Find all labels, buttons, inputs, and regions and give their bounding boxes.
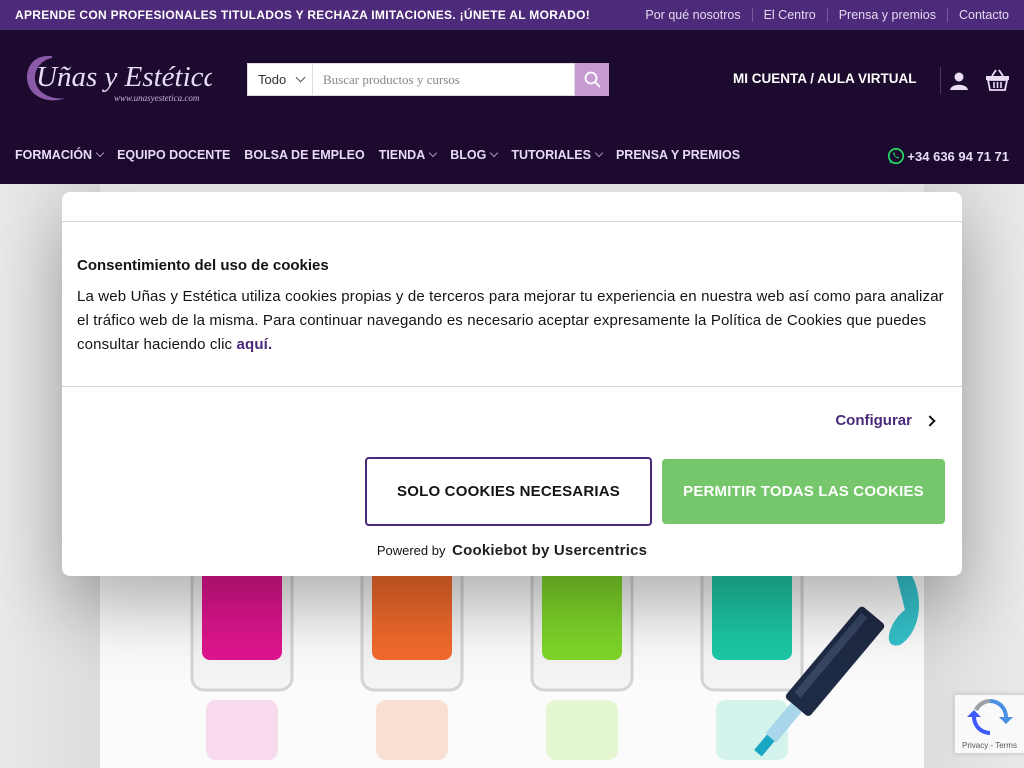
search-bar: Todo [247,63,609,96]
search-icon [584,71,601,88]
allow-all-cookies-button[interactable]: PERMITIR TODAS LAS COOKIES [662,459,945,524]
configure-button[interactable]: Configurar [835,412,936,429]
nav-blog[interactable]: BLOG [450,148,499,162]
chevron-down-icon [594,148,604,158]
svg-text:www.unasyestetica.com: www.unasyestetica.com [114,93,200,103]
site-logo[interactable]: Uñas y Estética www.unasyestetica.com [22,48,218,110]
search-category-value: Todo [258,72,287,87]
site-header: Uñas y Estética www.unasyestetica.com To… [0,30,1024,184]
cookiebot-brand: Cookiebot by Usercentrics [452,542,648,559]
cookie-body: La web Uñas y Estética utiliza cookies p… [77,285,952,357]
cookie-policy-link[interactable]: aquí. [237,336,273,353]
chevron-down-icon [490,148,499,158]
user-icon[interactable] [948,70,970,92]
link-contacto[interactable]: Contacto [946,8,1009,22]
recaptcha-footer[interactable]: Privacy - Terms [962,741,1017,750]
necessary-cookies-button[interactable]: SOLO COOKIES NECESARIAS [365,457,652,526]
recaptcha-logo-icon [967,699,1013,735]
main-nav: FORMACIÓN EQUIPO DOCENTE BOLSA DE EMPLEO… [15,148,754,162]
powered-by-label: Powered by [376,543,446,558]
basket-icon[interactable] [985,68,1010,92]
search-category-select[interactable]: Todo [247,63,313,96]
search-input[interactable] [313,63,575,96]
top-bar: APRENDE CON PROFESIONALES TITULADOS Y RE… [0,0,1024,30]
whatsapp-icon [888,147,905,165]
nav-equipo-docente[interactable]: EQUIPO DOCENTE [117,148,230,162]
configure-label: Configurar [835,412,912,429]
link-prensa-y-premios[interactable]: Prensa y premios [826,8,947,22]
promo-text: APRENDE CON PROFESIONALES TITULADOS Y RE… [15,8,591,22]
link-por-que-nosotros[interactable]: Por qué nosotros [634,8,751,22]
top-links: Por qué nosotros El Centro Prensa y prem… [634,8,1009,22]
svg-text:Uñas y Estética: Uñas y Estética [36,61,212,93]
chevron-down-icon [295,72,306,83]
cookie-title: Consentimiento del uso de cookies [77,257,329,274]
cookie-consent-dialog: Consentimiento del uso de cookies La web… [62,192,962,576]
nav-tutoriales[interactable]: TUTORIALES [511,148,604,162]
account-link[interactable]: MI CUENTA / AULA VIRTUAL [733,71,916,86]
nav-bolsa-de-empleo[interactable]: BOLSA DE EMPLEO [244,148,364,162]
chevron-down-icon [428,148,438,158]
logo-graphic: Uñas y Estética www.unasyestetica.com [27,55,218,103]
chevron-down-icon [95,148,105,158]
phone-link[interactable]: +34 636 94 71 71 [887,147,1009,165]
recaptcha-badge[interactable]: Privacy - Terms [954,694,1024,754]
nav-prensa-y-premios[interactable]: PRENSA Y PREMIOS [616,148,740,162]
chevron-right-icon [924,414,936,427]
phone-number: +34 636 94 71 71 [907,148,1009,164]
powered-by[interactable]: Powered by Cookiebot by Usercentrics [62,542,962,559]
dialog-divider-top [62,221,962,222]
nav-formacion[interactable]: FORMACIÓN [15,148,105,162]
cookie-body-text: La web Uñas y Estética utiliza cookies p… [77,288,944,353]
header-divider [940,67,941,94]
link-el-centro[interactable]: El Centro [751,8,827,22]
nav-tienda[interactable]: TIENDA [379,148,438,162]
dialog-divider-middle [62,386,962,387]
search-button[interactable] [575,63,609,96]
